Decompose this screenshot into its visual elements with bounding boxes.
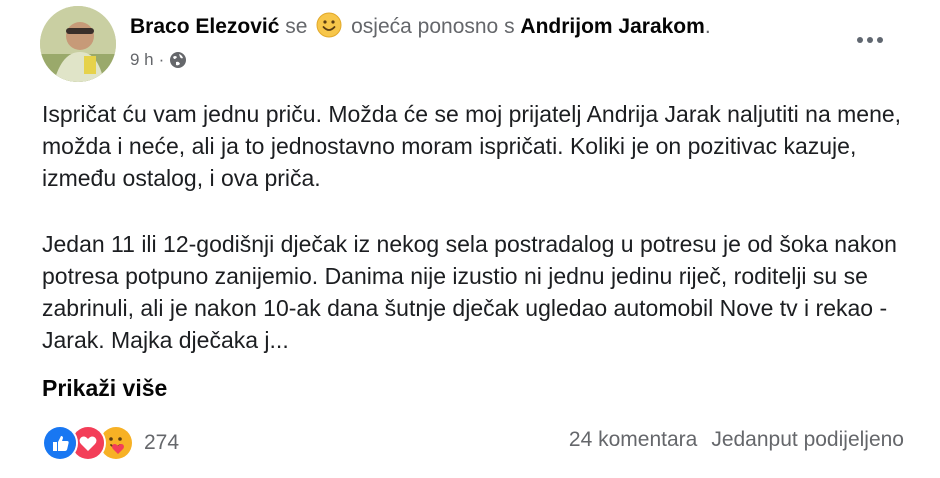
se-text: se bbox=[285, 15, 308, 38]
meta-separator: · bbox=[158, 50, 165, 69]
see-more-link[interactable]: Prikaži više bbox=[42, 372, 167, 404]
post-stats: 24 komentara Jedanput podijeljeno bbox=[569, 428, 904, 452]
post-time[interactable]: 9 h bbox=[130, 50, 154, 70]
like-icon bbox=[42, 425, 78, 461]
avatar[interactable] bbox=[40, 6, 116, 82]
facebook-post: Braco Elezović se osjeća ponosno s Andri… bbox=[0, 0, 940, 478]
smiling-face-icon bbox=[316, 12, 342, 38]
dot-icon bbox=[877, 37, 883, 43]
dot-icon bbox=[867, 37, 873, 43]
dot-icon bbox=[857, 37, 863, 43]
period: . bbox=[704, 15, 711, 38]
feeling-text: osjeća ponosno s bbox=[351, 15, 515, 38]
post-header: Braco Elezović se osjeća ponosno s Andri… bbox=[130, 12, 711, 41]
reaction-count[interactable]: 274 bbox=[144, 431, 179, 455]
comments-count[interactable]: 24 komentara bbox=[569, 428, 697, 452]
globe-icon[interactable] bbox=[169, 51, 187, 69]
more-options-button[interactable] bbox=[850, 26, 890, 54]
shares-count[interactable]: Jedanput podijeljeno bbox=[711, 428, 904, 452]
tagged-person[interactable]: Andrijom Jarakom bbox=[520, 15, 704, 38]
post-paragraph-1: Ispričat ću vam jednu priču. Možda će se… bbox=[42, 101, 902, 191]
reactions-summary[interactable]: 274 bbox=[42, 425, 179, 461]
post-meta: 9 h · bbox=[130, 50, 187, 70]
post-paragraph-2: Jedan 11 ili 12-godišnji dječak iz nekog… bbox=[42, 231, 897, 353]
author-name[interactable]: Braco Elezović bbox=[130, 15, 279, 38]
